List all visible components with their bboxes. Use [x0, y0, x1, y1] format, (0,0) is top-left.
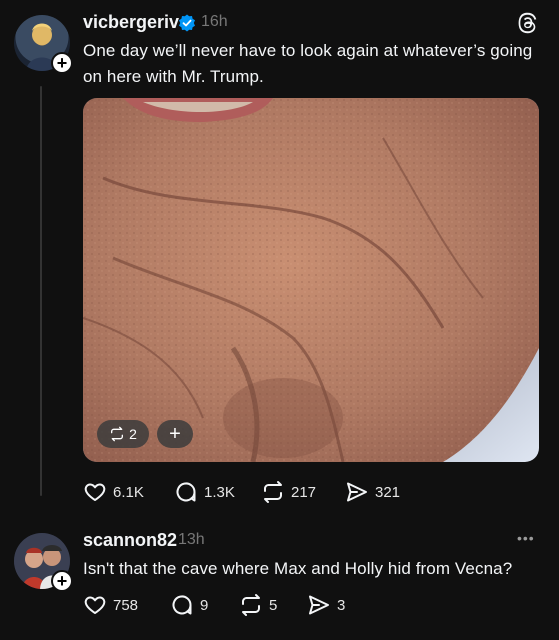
- post-text-line-2: on here with Mr. Trump.: [83, 67, 264, 86]
- heart-icon: [84, 483, 106, 501]
- threads-logo-icon[interactable]: [516, 11, 540, 35]
- repost-count: 217: [291, 483, 317, 501]
- post-timestamp: 16h: [201, 13, 228, 30]
- reply-like-count: 758: [113, 596, 139, 614]
- post-username[interactable]: vicbergeriv: [83, 12, 179, 33]
- reply-like-button[interactable]: 758: [83, 593, 138, 617]
- reply-share-button[interactable]: 3: [307, 593, 345, 617]
- plus-icon: +: [56, 571, 68, 591]
- plus-icon: +: [169, 422, 181, 445]
- heart-icon: [84, 596, 106, 614]
- reply-share-count: 3: [337, 596, 346, 614]
- image-repost-count-pill[interactable]: 2: [97, 420, 149, 448]
- image-repost-count: 2: [129, 426, 137, 442]
- image-add-button[interactable]: +: [157, 420, 193, 448]
- plus-icon: +: [56, 53, 68, 73]
- repost-icon: [264, 481, 282, 503]
- follow-plus-button[interactable]: +: [51, 52, 73, 74]
- reply-timestamp: 13h: [178, 531, 205, 548]
- reply-follow-plus-button[interactable]: +: [51, 570, 73, 592]
- reply-button[interactable]: 1.3K: [174, 480, 235, 504]
- comment-icon: [176, 482, 196, 502]
- comment-icon: [172, 595, 192, 615]
- like-button[interactable]: 6.1K: [83, 480, 144, 504]
- post-image[interactable]: [83, 98, 539, 462]
- reply-reply-button[interactable]: 9: [170, 593, 208, 617]
- thread-connector-line: [40, 86, 42, 496]
- reply-count: 1.3K: [204, 483, 235, 501]
- share-count: 321: [375, 483, 401, 501]
- post-text-line-1: One day we’ll never have to look again a…: [83, 41, 533, 60]
- like-count: 6.1K: [113, 483, 144, 501]
- repost-button[interactable]: 217: [261, 480, 316, 504]
- reply-username[interactable]: scannon82: [83, 530, 177, 551]
- reply-repost-count: 5: [269, 596, 278, 614]
- send-icon: [347, 482, 367, 502]
- reply-reply-count: 9: [200, 596, 209, 614]
- verified-badge-icon: [179, 14, 195, 32]
- reply-text: Isn't that the cave where Max and Holly …: [83, 559, 513, 578]
- skin-closeup-image: [83, 98, 539, 462]
- share-button[interactable]: 321: [345, 480, 400, 504]
- repost-icon: [111, 426, 124, 442]
- more-options-button[interactable]: •••: [517, 530, 535, 546]
- reply-repost-button[interactable]: 5: [239, 593, 277, 617]
- send-icon: [309, 595, 329, 615]
- repost-icon: [242, 594, 260, 616]
